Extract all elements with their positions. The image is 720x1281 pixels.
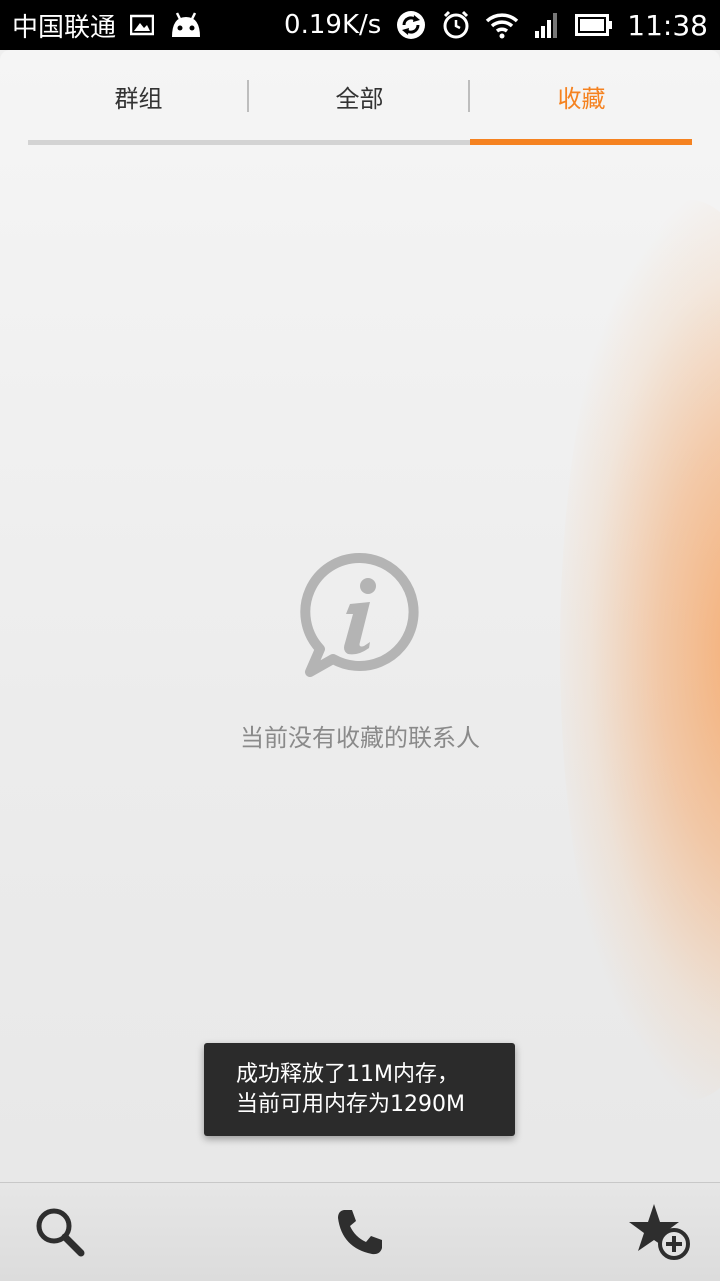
add-favorite-icon — [628, 1202, 692, 1262]
info-bubble-icon — [300, 552, 420, 682]
tab-active-indicator — [470, 139, 692, 145]
tab-bar: 群组 全部 收藏 — [28, 50, 692, 146]
signal-icon — [533, 11, 561, 39]
dial-button[interactable] — [300, 1183, 420, 1281]
edge-glow — [560, 200, 720, 1100]
toast-line-1: 成功释放了11M内存， — [236, 1062, 459, 1087]
android-icon — [168, 11, 204, 39]
carrier-name: 中国联通 — [12, 12, 117, 43]
battery-icon — [575, 14, 613, 36]
bottom-action-bar — [0, 1182, 720, 1281]
toast-line-2: 当前可用内存为1290M — [236, 1092, 465, 1117]
toast-notification: 成功释放了11M内存， 当前可用内存为1290M — [204, 1043, 515, 1136]
wifi-icon — [485, 11, 519, 39]
tab-all[interactable]: 全部 — [249, 50, 470, 142]
favorites-panel: 群组 全部 收藏 当前没有收藏的联系人 — [0, 50, 720, 1182]
search-button[interactable] — [0, 1183, 120, 1281]
sync-icon — [395, 9, 427, 41]
tab-favorites[interactable]: 收藏 — [471, 50, 692, 142]
alarm-icon — [441, 10, 471, 40]
tab-divider — [468, 80, 470, 112]
phone-icon — [334, 1206, 386, 1258]
tab-groups[interactable]: 群组 — [28, 50, 249, 142]
network-speed: 0.19K/s — [284, 10, 382, 40]
clock: 11:38 — [627, 8, 708, 42]
gallery-icon — [130, 14, 155, 36]
add-favorite-button[interactable] — [600, 1183, 720, 1281]
search-icon — [32, 1204, 88, 1260]
status-bar: 中国联通 0.19K/s 11:38 — [0, 0, 720, 50]
empty-message: 当前没有收藏的联系人 — [240, 724, 480, 752]
